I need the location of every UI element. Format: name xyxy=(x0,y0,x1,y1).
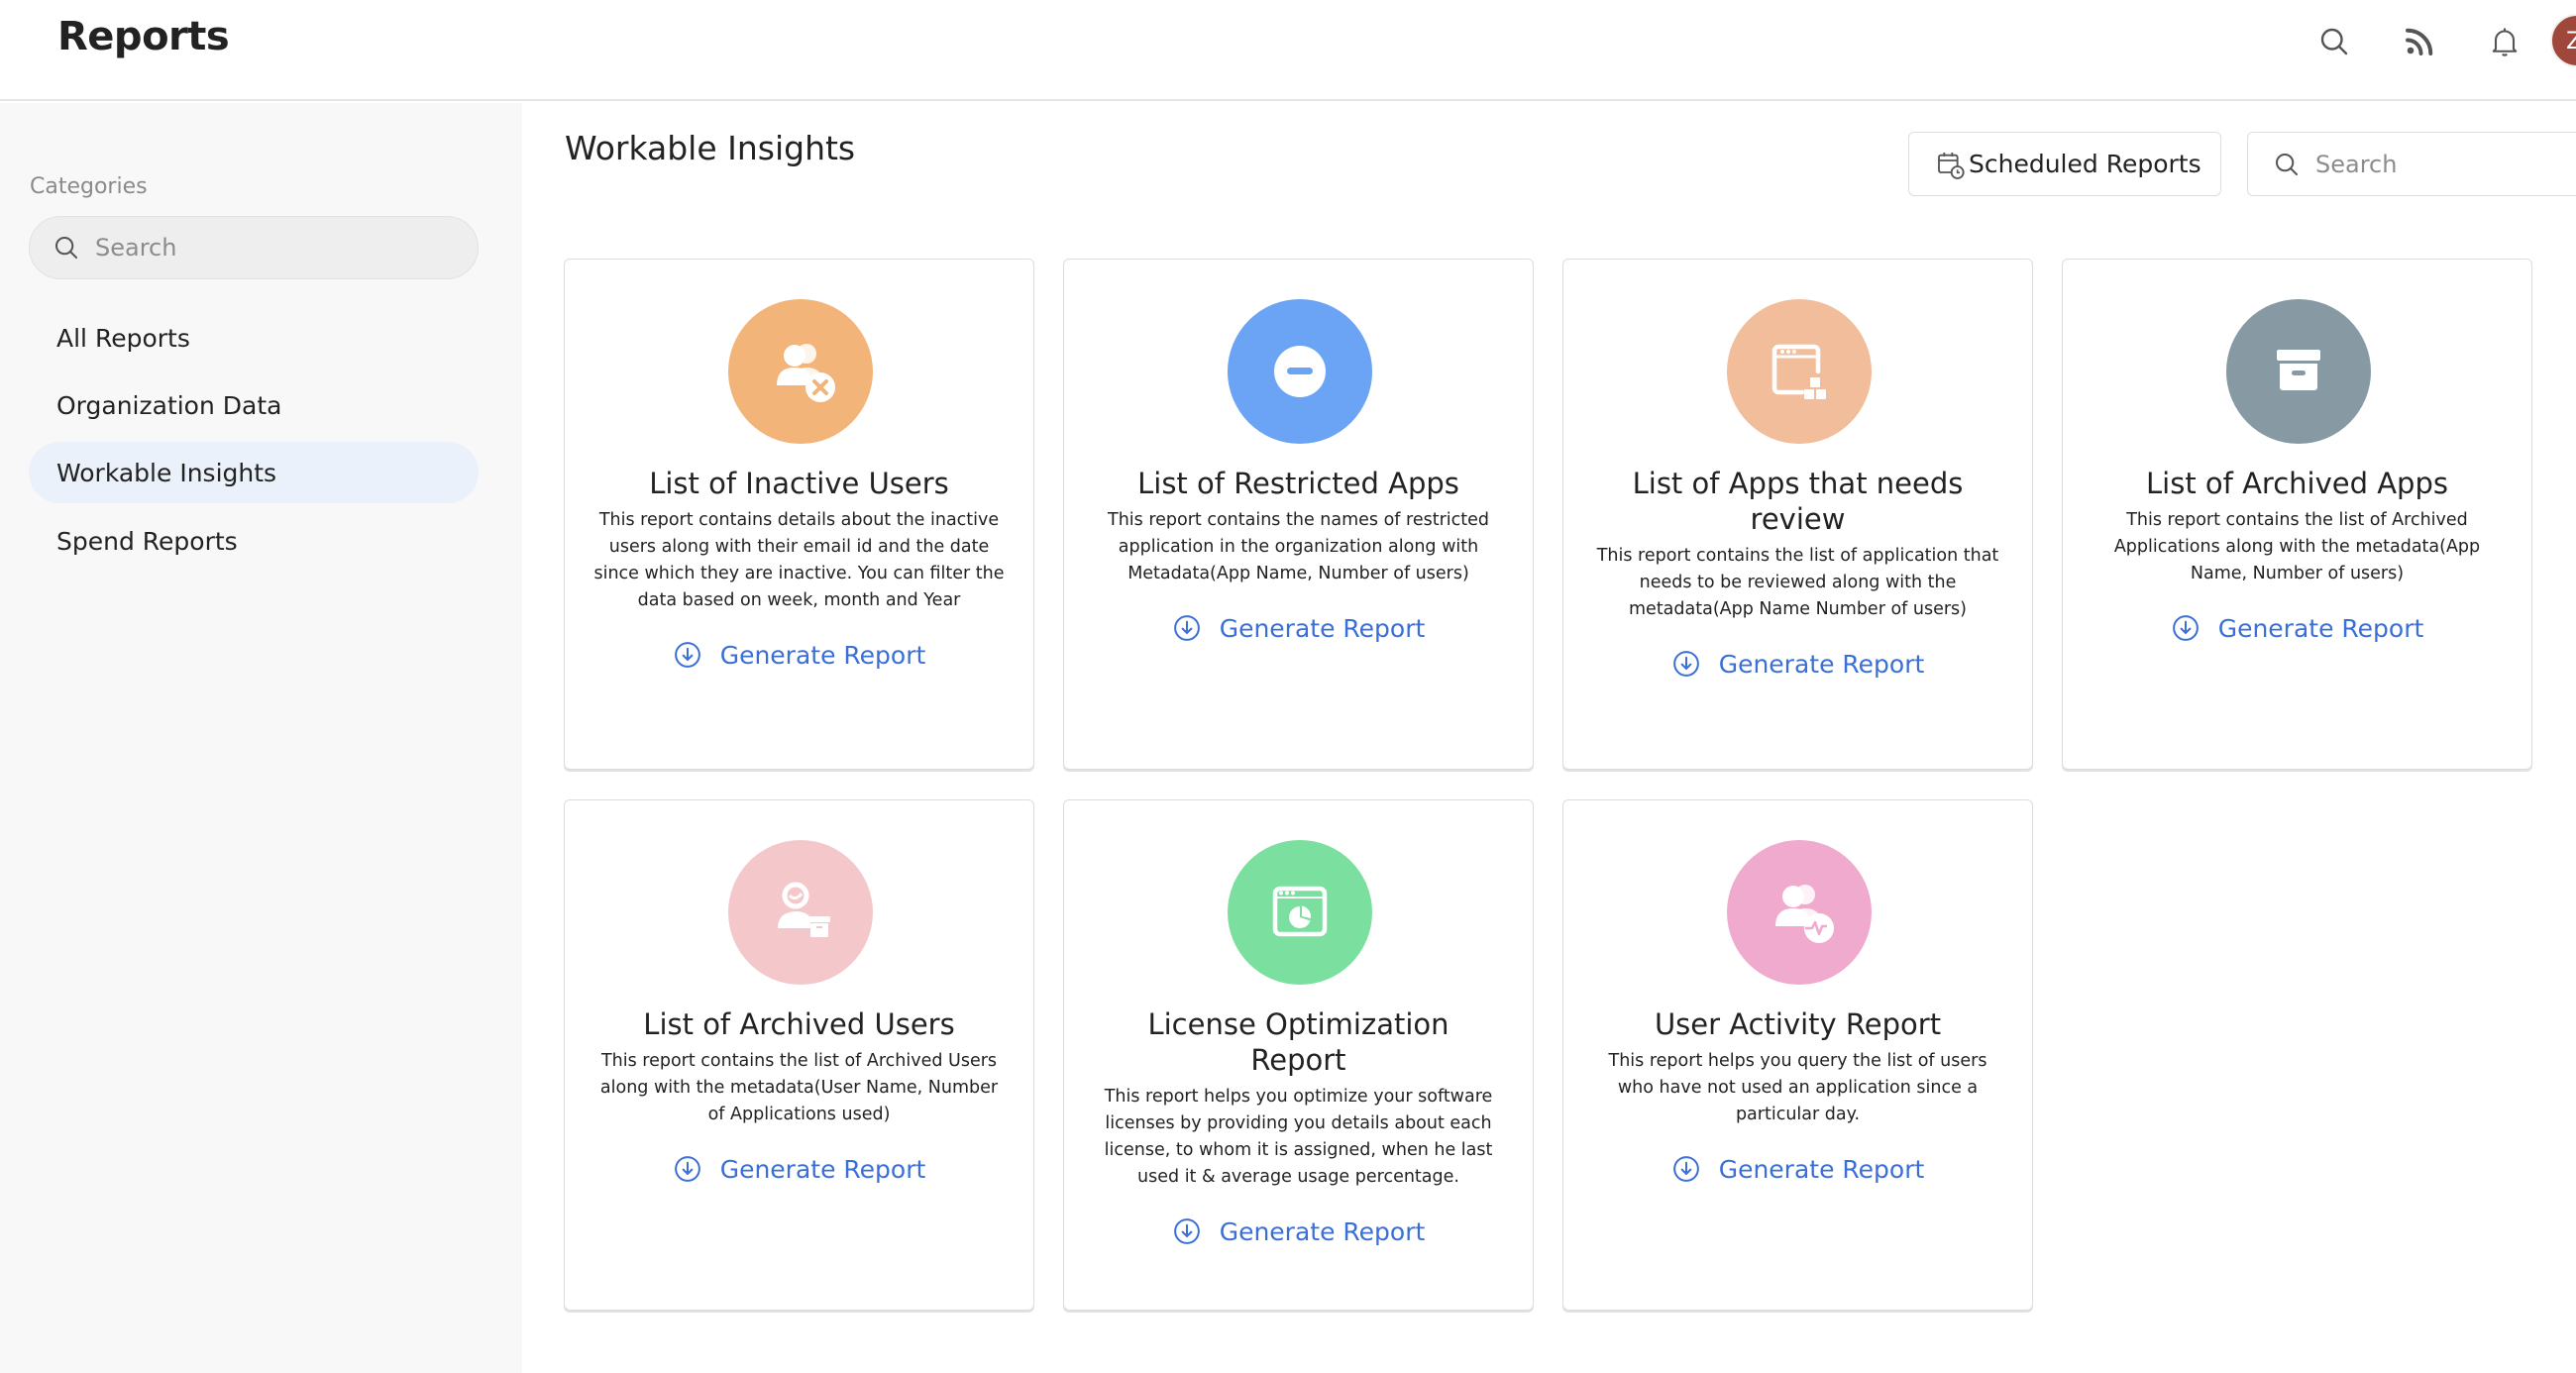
generate-report-button[interactable]: Generate Report xyxy=(1671,649,1925,679)
generate-report-label: Generate Report xyxy=(719,1154,926,1184)
card-title: List of Inactive Users xyxy=(649,467,949,500)
card-icon-badge xyxy=(1228,840,1372,985)
app-review-icon xyxy=(1771,344,1826,399)
bell-icon xyxy=(2492,28,2518,56)
report-search[interactable] xyxy=(2247,132,2576,196)
report-card-license-optimization: License Optimization Report This report … xyxy=(1063,799,1534,1311)
card-description: This report contains the list of Archive… xyxy=(2113,510,2481,583)
category-search[interactable] xyxy=(29,216,479,279)
download-circle-icon xyxy=(2172,615,2199,641)
download-circle-icon xyxy=(1672,651,1699,677)
calendar-clock-icon xyxy=(1938,152,1965,179)
generate-report-button[interactable]: Generate Report xyxy=(1671,1154,1925,1184)
report-card-archived-users: List of Archived Users This report conta… xyxy=(564,799,1034,1311)
user-activity-icon xyxy=(1775,885,1834,943)
report-card-apps-needing-review: List of Apps that needs review This repo… xyxy=(1562,259,2033,770)
card-title: User Activity Report xyxy=(1654,1007,1942,1041)
generate-report-button[interactable]: Generate Report xyxy=(673,640,926,670)
card-title: License Optimization Report xyxy=(1147,1007,1449,1077)
user-avatar[interactable]: Z xyxy=(2550,14,2576,67)
generate-report-label: Generate Report xyxy=(1219,613,1426,643)
generate-report-label: Generate Report xyxy=(1718,649,1925,679)
search-icon xyxy=(55,237,77,259)
header-notifications-button[interactable] xyxy=(2483,20,2526,63)
card-title: List of Archived Apps xyxy=(2146,467,2448,500)
categories-label: Categories xyxy=(30,174,148,199)
card-description: This report contains the names of restri… xyxy=(1108,510,1489,583)
app-title: Reports xyxy=(57,14,230,59)
page-title: Workable Insights xyxy=(565,129,856,167)
sidebar-item-spend-reports[interactable]: Spend Reports xyxy=(29,510,479,572)
sidebar-item-all-reports[interactable]: All Reports xyxy=(29,307,479,369)
card-icon-badge xyxy=(1228,299,1372,444)
card-description: This report helps you optimize your soft… xyxy=(1104,1087,1493,1187)
card-icon-badge xyxy=(728,299,873,444)
license-optimization-icon xyxy=(1272,886,1328,937)
generate-report-label: Generate Report xyxy=(1219,1216,1426,1246)
header-search-button[interactable] xyxy=(2312,20,2356,63)
sidebar-item-organization-data[interactable]: Organization Data xyxy=(29,374,479,436)
category-search-input[interactable] xyxy=(95,234,452,262)
search-icon xyxy=(2320,28,2348,55)
report-card-user-activity: User Activity Report This report helps y… xyxy=(1562,799,2033,1311)
card-icon-badge xyxy=(2226,299,2371,444)
inactive-users-icon xyxy=(777,344,835,402)
card-description: This report contains the list of Archive… xyxy=(599,1051,999,1124)
archived-user-icon xyxy=(778,882,830,937)
card-description: This report helps you query the list of … xyxy=(1608,1051,1987,1124)
generate-report-button[interactable]: Generate Report xyxy=(673,1154,926,1184)
report-card-restricted-apps: List of Restricted Apps This report cont… xyxy=(1063,259,1534,770)
download-circle-icon xyxy=(674,642,700,668)
generate-report-label: Generate Report xyxy=(2217,613,2424,643)
card-title: List of Apps that needs review xyxy=(1632,467,1964,536)
download-circle-icon xyxy=(1672,1156,1699,1182)
scheduled-reports-label: Scheduled Reports xyxy=(1969,150,2201,178)
restricted-icon xyxy=(1274,346,1326,397)
card-icon-badge xyxy=(1727,840,1872,985)
generate-report-button[interactable]: Generate Report xyxy=(1172,1216,1426,1246)
generate-report-label: Generate Report xyxy=(719,640,926,670)
top-header: Reports Z xyxy=(0,0,2576,101)
report-card-archived-apps: List of Archived Apps This report contai… xyxy=(2062,259,2532,770)
search-icon xyxy=(2276,153,2298,175)
card-icon-badge xyxy=(728,840,873,985)
card-title: List of Restricted Apps xyxy=(1137,467,1459,500)
generate-report-label: Generate Report xyxy=(1718,1154,1925,1184)
card-icon-badge xyxy=(1727,299,1872,444)
download-circle-icon xyxy=(1173,615,1200,641)
sidebar: Categories All Reports Organization Data… xyxy=(0,103,522,1373)
rss-feed-icon xyxy=(2406,28,2433,55)
card-description: This report contains the list of applica… xyxy=(1596,546,1999,619)
download-circle-icon xyxy=(674,1156,700,1182)
generate-report-button[interactable]: Generate Report xyxy=(2171,613,2424,643)
sidebar-item-workable-insights[interactable]: Workable Insights xyxy=(29,442,479,503)
report-card-inactive-users: List of Inactive Users This report conta… xyxy=(564,259,1034,770)
card-title: List of Archived Users xyxy=(643,1007,955,1041)
report-search-input[interactable] xyxy=(2315,150,2573,178)
header-feed-button[interactable] xyxy=(2398,20,2441,63)
archive-box-icon xyxy=(2277,350,2320,390)
download-circle-icon xyxy=(1173,1218,1200,1244)
card-description: This report contains details about the i… xyxy=(593,510,1005,610)
generate-report-button[interactable]: Generate Report xyxy=(1172,613,1426,643)
scheduled-reports-button[interactable]: Scheduled Reports xyxy=(1908,132,2221,196)
